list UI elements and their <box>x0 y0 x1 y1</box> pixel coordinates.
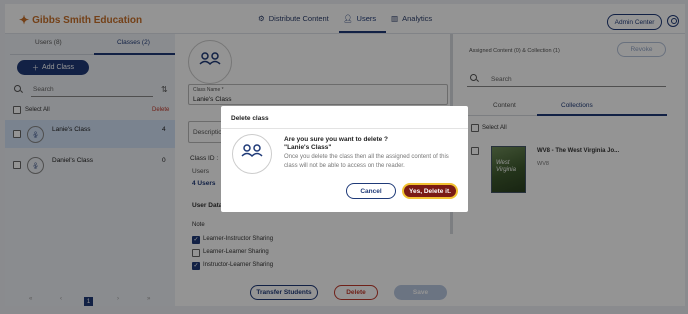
dialog-divider <box>221 128 468 129</box>
dialog-class-name: "Lanie's Class" <box>284 144 332 151</box>
dialog-message: Once you delete the class then all the a… <box>284 154 449 169</box>
dialog-title: Delete class <box>231 115 269 122</box>
cancel-button[interactable]: Cancel <box>346 183 396 199</box>
delete-class-dialog: Delete class Are you sure you want to de… <box>221 106 468 212</box>
confirm-delete-button[interactable]: Yes, Delete it. <box>402 183 458 199</box>
dialog-question: Are you sure you want to delete ? <box>284 136 389 143</box>
group-avatar-icon <box>232 134 272 174</box>
